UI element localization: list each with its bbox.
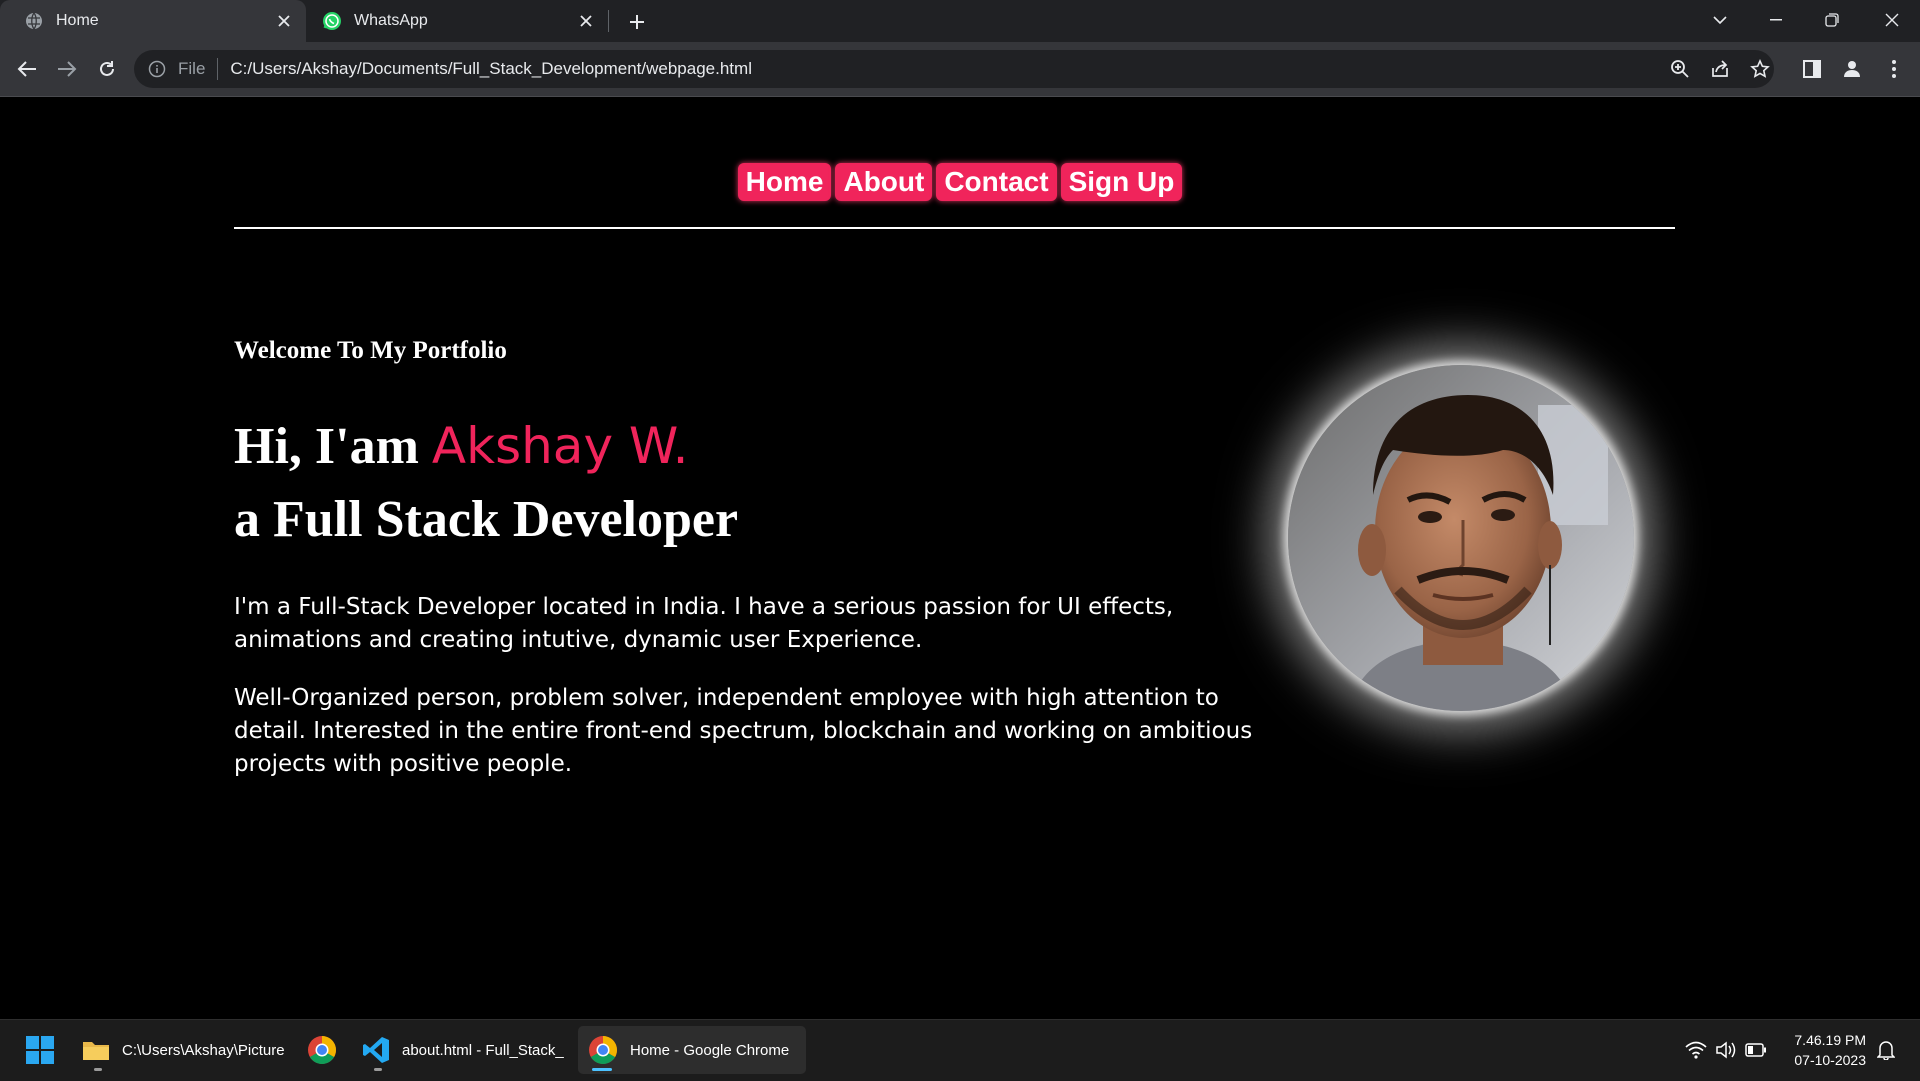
minimize-icon[interactable] xyxy=(1748,0,1804,40)
address-bar[interactable]: File C:/Users/Akshay/Documents/Full_Stac… xyxy=(134,50,1774,88)
running-indicator xyxy=(374,1068,382,1071)
taskbar-label: Home - Google Chrome xyxy=(630,1041,790,1059)
restore-icon[interactable] xyxy=(1804,0,1860,40)
name-highlight: Akshay W. xyxy=(431,417,689,475)
forward-arrow-icon[interactable] xyxy=(53,55,81,83)
battery-icon[interactable] xyxy=(1744,1038,1768,1062)
notification-bell-icon[interactable] xyxy=(1874,1038,1898,1062)
about-paragraph: Well-Organized person, problem solver, i… xyxy=(234,685,1253,777)
clock-time: 7.46.19 PM xyxy=(1794,1032,1866,1048)
taskbar-label: about.html - Full_Stack_ xyxy=(402,1041,564,1059)
taskbar-chrome[interactable] xyxy=(302,1026,342,1074)
chrome-icon xyxy=(589,1036,617,1064)
share-icon[interactable] xyxy=(1706,55,1734,83)
browser-toolbar: File C:/Users/Akshay/Documents/Full_Stac… xyxy=(0,42,1920,97)
running-indicator xyxy=(94,1068,102,1071)
tab-search-chevron-down-icon[interactable] xyxy=(1692,0,1748,40)
welcome-heading: Welcome To My Portfolio xyxy=(234,337,507,364)
address-separator xyxy=(217,58,219,80)
tab-separator xyxy=(608,10,609,32)
clock-date: 07-10-2023 xyxy=(1794,1052,1866,1068)
start-button[interactable] xyxy=(20,1026,60,1074)
tab-home[interactable]: Home xyxy=(0,0,306,42)
whatsapp-icon xyxy=(322,11,342,31)
greeting-text: Hi, I'am xyxy=(234,418,419,475)
nav-signup-link[interactable]: Sign Up xyxy=(1060,163,1183,201)
tab-title: Home xyxy=(56,12,99,29)
hero-headline: Hi, I'am Akshay W. a Full Stack Develope… xyxy=(234,410,738,556)
tab-whatsapp[interactable]: WhatsApp xyxy=(306,0,608,42)
active-indicator xyxy=(592,1068,612,1071)
windows-logo-icon xyxy=(26,1036,54,1064)
reload-icon[interactable] xyxy=(93,55,121,83)
chrome-icon xyxy=(308,1036,336,1064)
nav-contact-link[interactable]: Contact xyxy=(936,163,1057,201)
close-window-icon[interactable] xyxy=(1864,0,1920,40)
close-tab-icon[interactable] xyxy=(272,9,296,33)
back-arrow-icon[interactable] xyxy=(13,55,41,83)
new-tab-icon[interactable] xyxy=(624,9,650,35)
nav-divider xyxy=(234,227,1675,229)
zoom-icon[interactable] xyxy=(1666,55,1694,83)
wifi-icon[interactable] xyxy=(1684,1038,1708,1062)
vscode-icon xyxy=(363,1037,389,1063)
side-panel-icon[interactable] xyxy=(1798,55,1826,83)
info-icon[interactable] xyxy=(148,60,170,78)
taskbar-label: C:\Users\Akshay\Picture xyxy=(122,1041,285,1059)
folder-icon xyxy=(83,1042,109,1060)
nav-about-link[interactable]: About xyxy=(835,163,933,201)
more-menu-icon[interactable] xyxy=(1880,55,1908,83)
volume-icon[interactable] xyxy=(1714,1038,1738,1062)
main-nav: Home About Contact Sign Up xyxy=(0,163,1920,201)
taskbar-chrome-active[interactable]: Home - Google Chrome xyxy=(578,1026,806,1074)
globe-icon xyxy=(24,11,44,31)
profile-icon[interactable] xyxy=(1838,55,1866,83)
bookmark-star-icon[interactable] xyxy=(1746,55,1774,83)
scheme-label: File xyxy=(178,59,206,78)
taskbar-file-explorer[interactable]: C:\Users\Akshay\Picture xyxy=(78,1026,292,1074)
tab-title: WhatsApp xyxy=(354,12,428,29)
url-text[interactable]: C:/Users/Akshay/Documents/Full_Stack_Dev… xyxy=(230,59,752,79)
taskbar-vscode[interactable]: about.html - Full_Stack_ xyxy=(358,1026,572,1074)
profile-photo xyxy=(1288,365,1634,711)
role-text: a Full Stack Developer xyxy=(234,491,739,548)
browser-tab-bar: Home WhatsApp xyxy=(0,0,1920,42)
close-tab-icon[interactable] xyxy=(574,9,598,33)
nav-home-link[interactable]: Home xyxy=(737,163,832,201)
webpage-viewport: Home About Contact Sign Up Welcome To My… xyxy=(0,97,1920,1019)
system-clock[interactable]: 7.46.19 PM 07-10-2023 xyxy=(1794,1030,1866,1070)
intro-paragraph: I'm a Full-Stack Developer located in In… xyxy=(234,594,1174,653)
windows-taskbar: C:\Users\Akshay\Picture about.html - Ful… xyxy=(0,1019,1920,1081)
